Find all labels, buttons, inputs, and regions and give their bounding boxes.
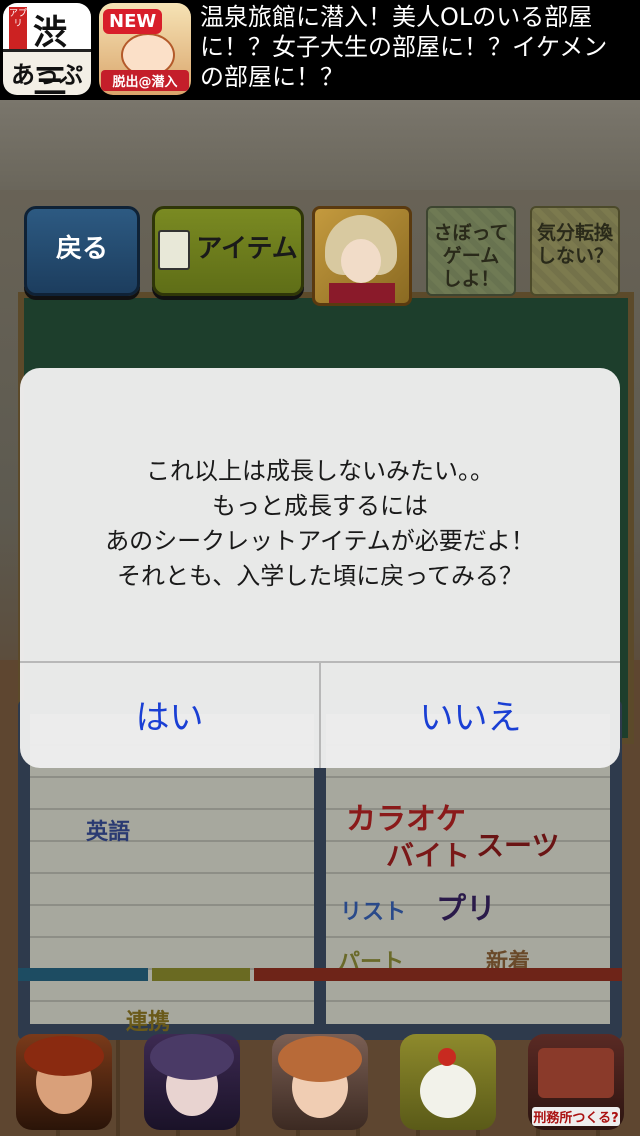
change-mood-label: 気分転換 しない？ xyxy=(536,222,613,267)
play-game-label: さぼって ゲーム しよ！ xyxy=(433,222,509,290)
back-button-label: 戻る xyxy=(55,234,108,264)
ad-app-icon-shibuzo[interactable]: アプリ 渋三 あっぷす xyxy=(3,3,91,95)
ad-app-icon-tag: 脱出@潜入 xyxy=(101,70,189,91)
notebook-word: 英語 xyxy=(86,820,131,845)
notebook-icon xyxy=(158,229,191,270)
ceiling xyxy=(0,100,640,190)
stat-bar-olive xyxy=(152,968,250,981)
ad-app-icon-escape[interactable]: NEW 脱出@潜入 xyxy=(99,3,191,95)
ad-headline[interactable]: 温泉旅館に潜入！美人OLのいる部屋に！？女子大生の部屋に！？イケメンの部屋に！？ xyxy=(200,2,630,92)
item-button[interactable]: アイテム xyxy=(152,206,304,296)
back-button[interactable]: 戻る xyxy=(24,206,140,296)
notebook-word: 連携 xyxy=(126,1010,171,1035)
notebook-word: カラオケ xyxy=(346,802,466,837)
ad-banner[interactable]: アプリ 渋三 あっぷす NEW 脱出@潜入 温泉旅館に潜入！美人OLのいる部屋に… xyxy=(0,0,640,100)
yes-button[interactable]: はい xyxy=(20,663,319,768)
stat-bar-blue xyxy=(18,968,148,981)
notebook-word: スーツ xyxy=(476,829,560,862)
notebook-word: リスト xyxy=(340,900,407,925)
recommended-app-icon-chicken[interactable] xyxy=(400,1034,496,1130)
change-mood-button[interactable]: 気分転換 しない？ xyxy=(530,206,620,296)
play-game-button[interactable]: さぼって ゲーム しよ！ xyxy=(426,206,516,296)
recommended-app-icon-2[interactable] xyxy=(144,1034,240,1130)
item-button-label: アイテム xyxy=(196,234,298,264)
app-icon-caption: 刑務所つくる? xyxy=(532,1107,620,1126)
new-badge: NEW xyxy=(103,9,163,34)
stat-bar-red xyxy=(254,968,622,981)
alert-dialog: これ以上は成長しないみたい。。 もっと成長するには あのシークレットアイテムが必… xyxy=(20,368,620,768)
notebook-word: バイト xyxy=(386,839,471,872)
recommended-app-icon-3[interactable] xyxy=(272,1034,368,1130)
ad-app-icon-subtitle: あっぷす xyxy=(11,61,83,89)
ad-app-icon-side-label: アプリ xyxy=(9,7,27,49)
no-button[interactable]: いいえ xyxy=(321,663,620,768)
recommended-app-icon-1[interactable] xyxy=(16,1034,112,1130)
recommended-app-icon-prison[interactable]: 刑務所つくる? xyxy=(528,1034,624,1130)
dialog-message: これ以上は成長しないみたい。。 もっと成長するには あのシークレットアイテムが必… xyxy=(105,457,535,590)
character-avatar-button[interactable] xyxy=(312,206,412,306)
notebook-word: プリ xyxy=(436,892,496,927)
